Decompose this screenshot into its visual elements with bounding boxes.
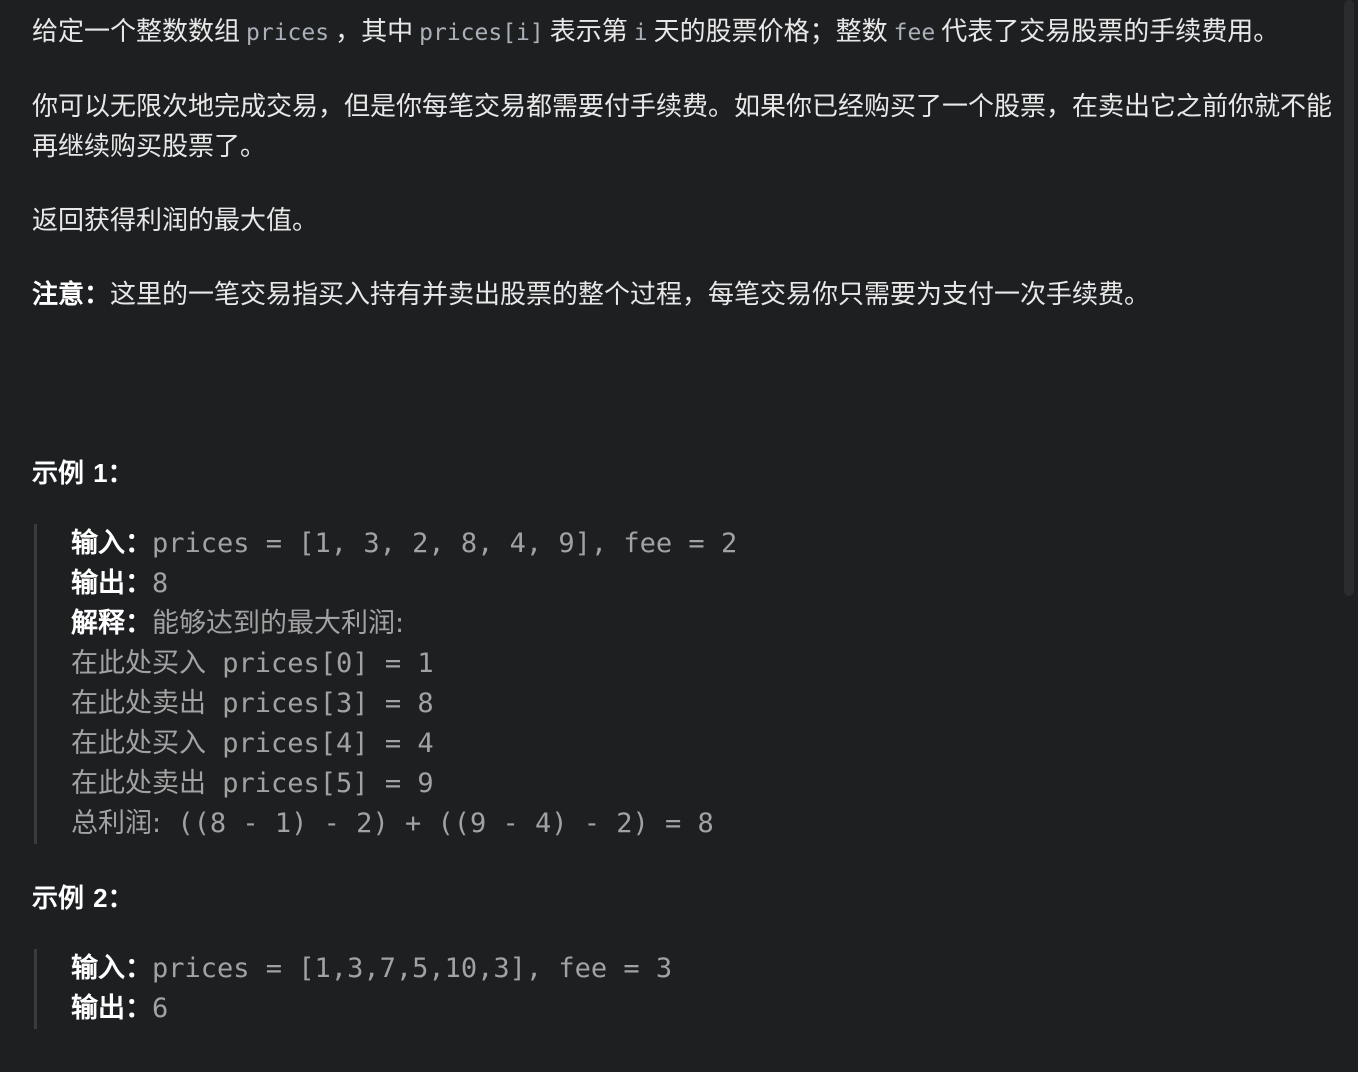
example-1-block: 输入：prices = [1, 3, 2, 8, 4, 9], fee = 2 … <box>34 524 1332 844</box>
example-input-line: 输入：prices = [1,3,7,5,10,3], fee = 3 <box>71 949 1332 989</box>
input-value: prices = [1, 3, 2, 8, 4, 9], fee = 2 <box>152 528 738 559</box>
step-text: 在此处卖出 <box>71 768 206 799</box>
example-title-text: 示例 <box>32 884 94 914</box>
step-text: 在此处买入 <box>71 728 206 759</box>
example-2-title: 示例 2： <box>32 878 1332 919</box>
step-text: 在此处买入 <box>71 648 206 679</box>
total-value: ((8 - 1) - 2) + ((9 - 4) - 2) = 8 <box>177 808 714 839</box>
example-title-colon: ： <box>107 884 134 914</box>
vertical-scrollbar[interactable] <box>1344 0 1354 596</box>
explain-step: 在此处卖出 prices[5] = 9 <box>71 764 1332 804</box>
example-title-text: 示例 <box>32 459 94 489</box>
problem-description: 给定一个整数数组 prices ，其中 prices[i] 表示第 i 天的股票价格；整数 f… <box>32 12 1332 1063</box>
input-label: 输入： <box>71 528 152 559</box>
explain-step: 在此处买入 prices[0] = 1 <box>71 644 1332 684</box>
example-number: 2 <box>93 883 108 913</box>
note-paragraph: 注意：这里的一笔交易指买入持有并卖出股票的整个过程，每笔交易你只需要为支付一次手… <box>32 275 1332 315</box>
example-title-colon: ： <box>107 459 134 489</box>
example-explain-line: 解释：能够达到的最大利润: <box>71 604 1332 644</box>
text: 给定一个整数数组 <box>32 17 241 47</box>
inline-code: prices <box>246 20 330 46</box>
explain-step: 在此处卖出 prices[3] = 8 <box>71 684 1332 724</box>
explain-label: 解释： <box>71 608 152 639</box>
text: 表示第 <box>549 17 628 47</box>
step-code: prices[0] = 1 <box>222 648 434 679</box>
description-paragraph-2: 你可以无限次地完成交易，但是你每笔交易都需要付手续费。如果你已经购买了一个股票，… <box>32 92 1333 162</box>
example-output-line: 输出：8 <box>71 564 1332 604</box>
inline-code: i <box>633 20 648 46</box>
output-label: 输出： <box>71 568 152 599</box>
output-value: 6 <box>152 993 169 1024</box>
example-number: 1 <box>93 458 108 488</box>
input-value: prices = [1,3,7,5,10,3], fee = 3 <box>152 953 673 984</box>
step-code: prices[5] = 9 <box>222 768 434 799</box>
step-code: prices[4] = 4 <box>222 728 434 759</box>
inline-code: prices[i] <box>419 20 544 46</box>
note-text: 这里的一笔交易指买入持有并卖出股票的整个过程，每笔交易你只需要为支付一次手续费。 <box>110 280 1151 310</box>
input-label: 输入： <box>71 953 152 984</box>
step-code: prices[3] = 8 <box>222 688 434 719</box>
inline-code: fee <box>893 20 936 46</box>
example-input-line: 输入：prices = [1, 3, 2, 8, 4, 9], fee = 2 <box>71 524 1332 564</box>
explain-head: 能够达到的最大利润: <box>152 608 405 639</box>
example-output-line: 输出：6 <box>71 989 1332 1029</box>
output-value: 8 <box>152 568 169 599</box>
note-label: 注意： <box>32 280 111 310</box>
step-text: 在此处卖出 <box>71 688 206 719</box>
total-label: 总利润: <box>71 808 162 839</box>
example-2-block: 输入：prices = [1,3,7,5,10,3], fee = 3 输出：6 <box>34 949 1332 1029</box>
explain-step: 在此处买入 prices[4] = 4 <box>71 724 1332 764</box>
output-label: 输出： <box>71 993 152 1024</box>
description-paragraph-1: 给定一个整数数组 prices ，其中 prices[i] 表示第 i 天的股票价格；整数 f… <box>32 12 1332 53</box>
description-paragraph-3: 返回获得利润的最大值。 <box>32 206 319 236</box>
explain-total: 总利润: ((8 - 1) - 2) + ((9 - 4) - 2) = 8 <box>71 804 1332 844</box>
text: 代表了交易股票的手续费用。 <box>941 17 1280 47</box>
example-1-title: 示例 1： <box>32 453 1332 494</box>
text: 天的股票价格；整数 <box>653 17 888 47</box>
text: ，其中 <box>335 17 414 47</box>
